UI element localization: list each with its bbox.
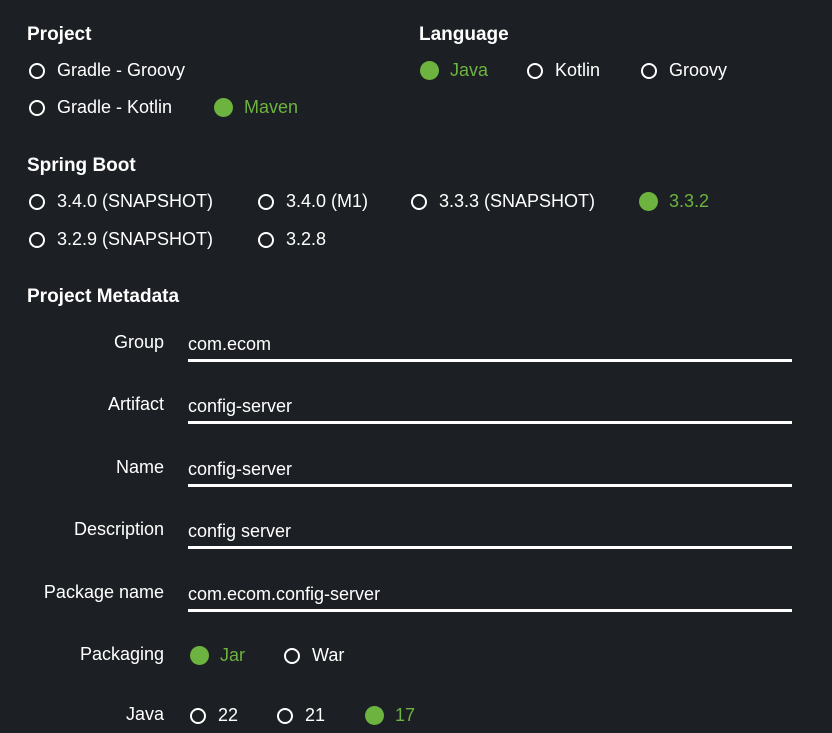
radio-circle-icon xyxy=(29,99,45,116)
spring-boot-heading: Spring Boot xyxy=(27,155,136,176)
radio-label: 3.4.0 (SNAPSHOT) xyxy=(57,191,214,211)
radio-circle-icon xyxy=(190,707,206,724)
group-label: Group xyxy=(113,332,164,352)
radio-circle-icon xyxy=(411,193,427,210)
radio-label: Gradle - Groovy xyxy=(57,60,186,80)
radio-boot-3-2-8[interactable]: 3.2.8 xyxy=(258,229,326,250)
radio-circle-icon xyxy=(527,62,543,79)
description-label: Description xyxy=(73,519,164,539)
java-version-label: Java xyxy=(125,704,164,724)
radio-packaging-jar[interactable]: Jar xyxy=(190,645,246,666)
project-metadata-heading: Project Metadata xyxy=(27,286,180,307)
radio-label: 3.3.3 (SNAPSHOT) xyxy=(439,191,596,211)
radio-circle-icon xyxy=(284,647,300,664)
radio-maven[interactable]: Maven xyxy=(214,97,299,118)
radio-circle-icon xyxy=(214,98,233,117)
radio-label: 17 xyxy=(395,705,416,725)
language-heading: Language xyxy=(419,24,509,45)
package-name-label: Package name xyxy=(43,582,164,602)
name-label: Name xyxy=(115,457,164,477)
radio-boot-3-3-3-snapshot[interactable]: 3.3.3 (SNAPSHOT) xyxy=(411,191,595,212)
radio-label: 22 xyxy=(218,705,239,725)
radio-java-22[interactable]: 22 xyxy=(190,705,238,726)
radio-kotlin[interactable]: Kotlin xyxy=(527,60,600,81)
radio-label: Kotlin xyxy=(555,60,601,80)
radio-circle-icon xyxy=(420,61,439,80)
radio-boot-3-4-0-snapshot[interactable]: 3.4.0 (SNAPSHOT) xyxy=(29,191,213,212)
radio-packaging-war[interactable]: War xyxy=(284,645,344,666)
radio-gradle-kotlin[interactable]: Gradle - Kotlin xyxy=(29,97,172,118)
name-field[interactable] xyxy=(188,455,792,487)
radio-circle-icon xyxy=(29,193,45,210)
radio-circle-icon xyxy=(258,231,274,248)
radio-label: 3.4.0 (M1) xyxy=(286,191,369,211)
description-field[interactable] xyxy=(188,517,792,549)
radio-label: War xyxy=(312,645,345,665)
group-field[interactable] xyxy=(188,330,792,362)
radio-boot-3-4-0-m1[interactable]: 3.4.0 (M1) xyxy=(258,191,368,212)
radio-gradle-groovy[interactable]: Gradle - Groovy xyxy=(29,60,185,81)
radio-circle-icon xyxy=(639,192,658,211)
radio-label: Maven xyxy=(244,97,299,117)
radio-circle-icon xyxy=(258,193,274,210)
radio-groovy[interactable]: Groovy xyxy=(641,60,727,81)
radio-circle-icon xyxy=(29,62,45,79)
radio-boot-3-2-9-snapshot[interactable]: 3.2.9 (SNAPSHOT) xyxy=(29,229,213,250)
package-name-field[interactable] xyxy=(188,580,792,612)
radio-circle-icon xyxy=(641,62,657,79)
project-heading: Project xyxy=(27,24,92,45)
radio-label: Gradle - Kotlin xyxy=(57,97,173,117)
radio-label: 3.2.9 (SNAPSHOT) xyxy=(57,229,214,249)
artifact-field[interactable] xyxy=(188,392,792,424)
radio-java[interactable]: Java xyxy=(420,60,489,81)
radio-circle-icon xyxy=(277,707,293,724)
radio-label: Groovy xyxy=(669,60,728,80)
radio-circle-icon xyxy=(365,706,384,725)
radio-label: Jar xyxy=(220,645,246,665)
radio-java-21[interactable]: 21 xyxy=(277,705,325,726)
radio-label: 21 xyxy=(305,705,326,725)
artifact-label: Artifact xyxy=(107,394,164,414)
radio-boot-3-3-2[interactable]: 3.3.2 xyxy=(639,191,710,212)
radio-circle-icon xyxy=(29,231,45,248)
radio-label: Java xyxy=(450,60,489,80)
radio-label: 3.3.2 xyxy=(669,191,710,211)
radio-label: 3.2.8 xyxy=(286,229,327,249)
radio-circle-icon xyxy=(190,646,209,665)
radio-java-17[interactable]: 17 xyxy=(365,705,416,726)
packaging-label: Packaging xyxy=(79,644,164,664)
